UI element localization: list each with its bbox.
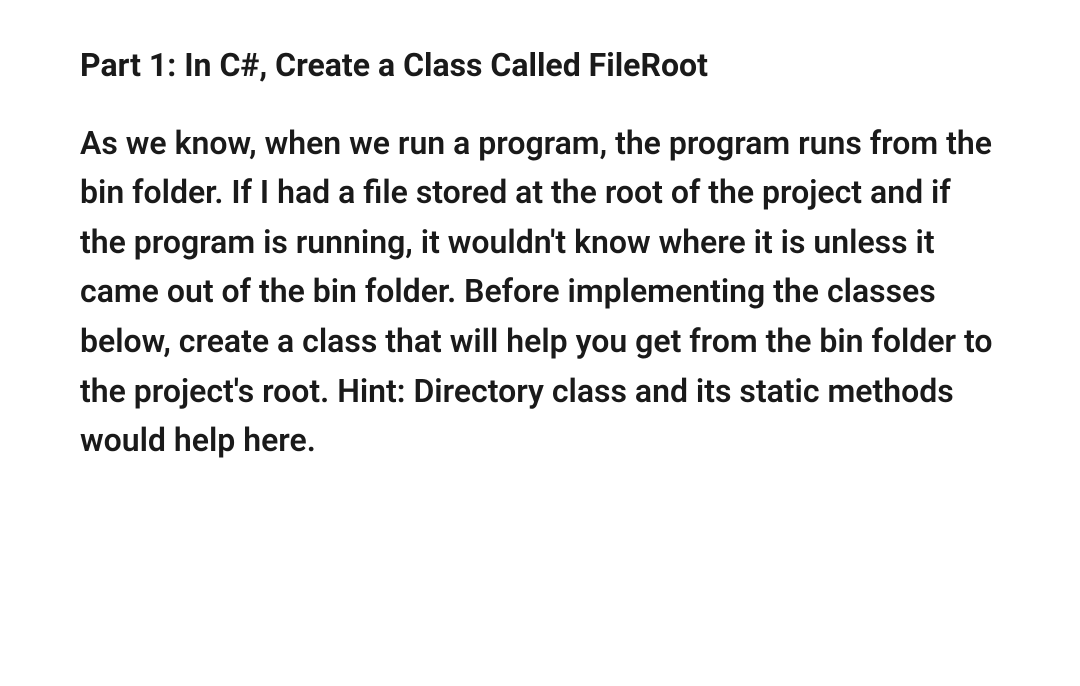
body-paragraph: As we know, when we run a program, the p…: [80, 119, 1000, 466]
part-title: Part 1: In C#, Create a Class Called Fil…: [80, 45, 1000, 87]
